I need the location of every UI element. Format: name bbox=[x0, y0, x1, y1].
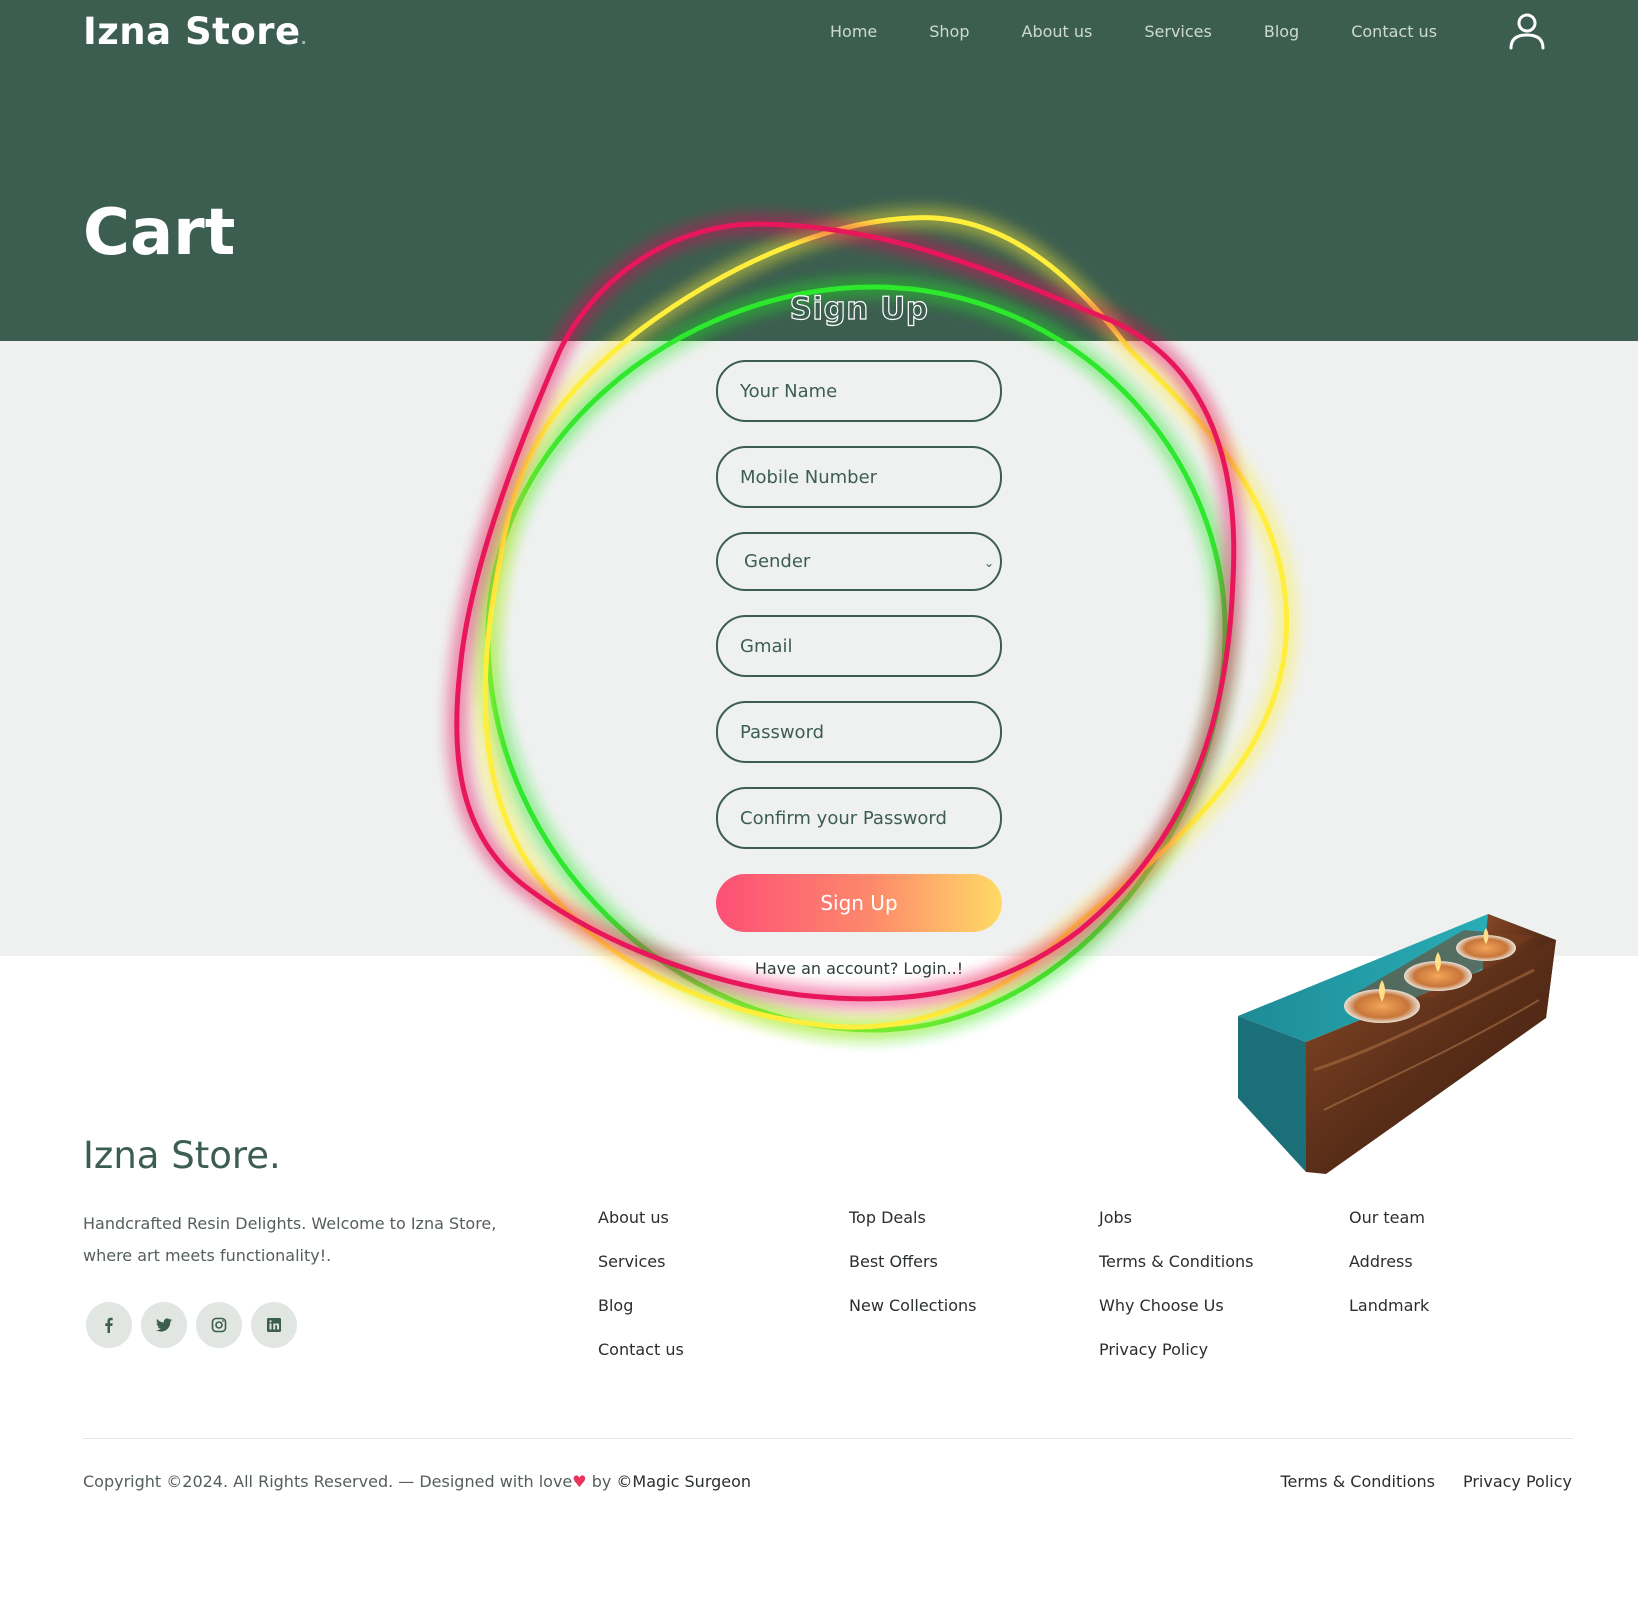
confirm-password-field bbox=[716, 787, 1002, 849]
nav-blog[interactable]: Blog bbox=[1264, 20, 1299, 44]
footer-link-landmark[interactable]: Landmark bbox=[1349, 1293, 1429, 1337]
footer-link-blog[interactable]: Blog bbox=[598, 1293, 684, 1337]
footer-column-1: About us Services Blog Contact us bbox=[598, 1205, 684, 1381]
gmail-field bbox=[716, 615, 1002, 677]
copyright-text: Copyright ©2024. All Rights Reserved. — … bbox=[83, 1472, 573, 1491]
nav-about-us[interactable]: About us bbox=[1022, 20, 1093, 44]
footer-link-best-offers[interactable]: Best Offers bbox=[849, 1249, 976, 1293]
nav-shop[interactable]: Shop bbox=[929, 20, 969, 44]
password-input[interactable] bbox=[718, 703, 1000, 761]
footer-column-4: Our team Address Landmark bbox=[1349, 1205, 1429, 1337]
copyright-by: by bbox=[591, 1472, 612, 1491]
footer-link-contact-us[interactable]: Contact us bbox=[598, 1337, 684, 1381]
user-icon[interactable] bbox=[1507, 11, 1547, 53]
password-field bbox=[716, 701, 1002, 763]
footer-link-top-deals[interactable]: Top Deals bbox=[849, 1205, 976, 1249]
gmail-input[interactable] bbox=[718, 617, 1000, 675]
nav-contact-us[interactable]: Contact us bbox=[1351, 20, 1437, 44]
copyright: Copyright ©2024. All Rights Reserved. — … bbox=[83, 1472, 751, 1491]
brand-name: Izna Store bbox=[83, 10, 301, 53]
footer-brand: Izna Store. bbox=[83, 1134, 281, 1177]
footer-divider bbox=[83, 1438, 1573, 1439]
heart-icon: ♥ bbox=[572, 1472, 587, 1491]
copyright-author[interactable]: ©Magic Surgeon bbox=[616, 1472, 751, 1491]
footer-link-terms[interactable]: Terms & Conditions bbox=[1099, 1249, 1253, 1293]
nav-home[interactable]: Home bbox=[830, 20, 877, 44]
resin-candle-holder-image bbox=[1238, 914, 1556, 1174]
name-input[interactable] bbox=[718, 362, 1000, 420]
gender-select[interactable]: Gender bbox=[718, 534, 1000, 589]
footer-column-3: Jobs Terms & Conditions Why Choose Us Pr… bbox=[1099, 1205, 1253, 1381]
footer-link-why-choose-us[interactable]: Why Choose Us bbox=[1099, 1293, 1253, 1337]
nav-services[interactable]: Services bbox=[1144, 20, 1211, 44]
mobile-input[interactable] bbox=[718, 448, 1000, 506]
footer-link-about-us[interactable]: About us bbox=[598, 1205, 684, 1249]
signup-title: Sign Up bbox=[789, 290, 929, 327]
footer-link-address[interactable]: Address bbox=[1349, 1249, 1429, 1293]
gender-field: Gender ⌄ bbox=[716, 532, 1002, 591]
chevron-down-icon: ⌄ bbox=[983, 556, 994, 570]
confirm-password-input[interactable] bbox=[718, 789, 1000, 847]
footer-link-jobs[interactable]: Jobs bbox=[1099, 1205, 1253, 1249]
footer-bottom-links: Terms & Conditions Privacy Policy bbox=[1281, 1472, 1573, 1491]
footer-link-our-team[interactable]: Our team bbox=[1349, 1205, 1429, 1249]
footer-link-new-collections[interactable]: New Collections bbox=[849, 1293, 976, 1337]
footer-link-privacy-policy[interactable]: Privacy Policy bbox=[1099, 1337, 1253, 1381]
brand-dot: . bbox=[300, 29, 308, 48]
brand-logo[interactable]: Izna Store. bbox=[83, 10, 307, 53]
footer-link-services[interactable]: Services bbox=[598, 1249, 684, 1293]
footer-description: Handcrafted Resin Delights. Welcome to I… bbox=[83, 1214, 497, 1265]
bottom-link-terms[interactable]: Terms & Conditions bbox=[1281, 1472, 1435, 1491]
page-title: Cart bbox=[83, 196, 236, 270]
footer-column-2: Top Deals Best Offers New Collections bbox=[849, 1205, 976, 1337]
twitter-icon[interactable] bbox=[141, 1302, 187, 1348]
facebook-icon[interactable] bbox=[86, 1302, 132, 1348]
name-field bbox=[716, 360, 1002, 422]
linkedin-icon[interactable] bbox=[251, 1302, 297, 1348]
bottom-link-privacy[interactable]: Privacy Policy bbox=[1463, 1472, 1572, 1491]
main-nav: Home Shop About us Services Blog Contact… bbox=[830, 20, 1437, 44]
signup-button[interactable]: Sign Up bbox=[716, 874, 1002, 932]
login-link[interactable]: Have an account? Login..! bbox=[676, 959, 1042, 978]
mobile-field bbox=[716, 446, 1002, 508]
instagram-icon[interactable] bbox=[196, 1302, 242, 1348]
